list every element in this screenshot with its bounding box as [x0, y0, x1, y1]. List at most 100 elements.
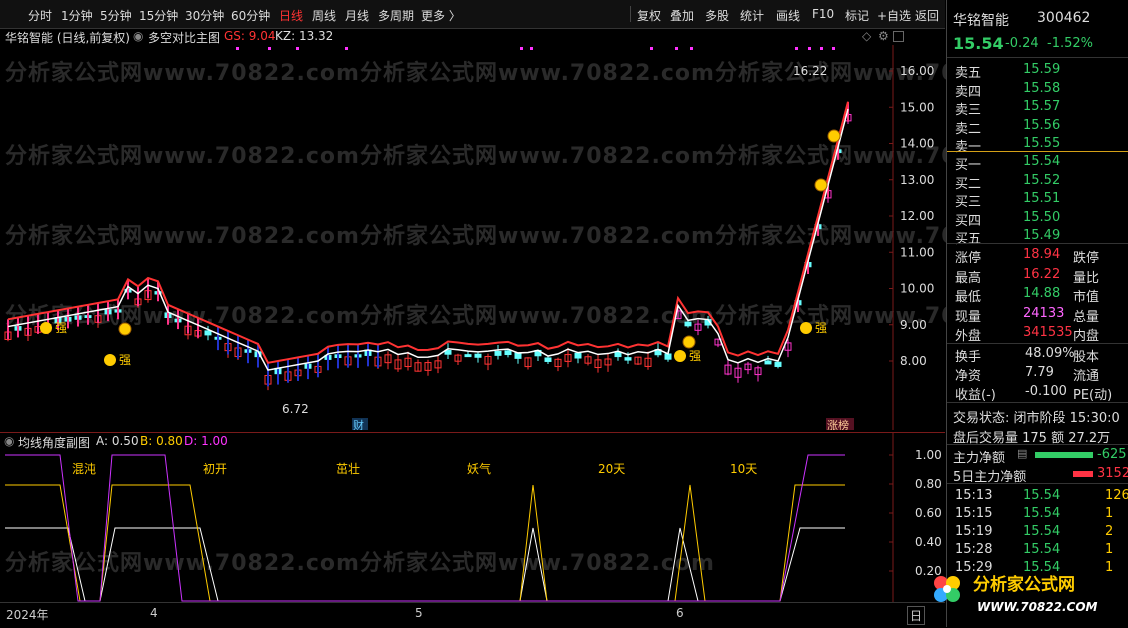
date-label: 6 — [676, 606, 684, 620]
signal-dot — [345, 47, 348, 50]
date-label[interactable]: 日 — [907, 606, 926, 625]
settings-icon[interactable]: ⚙ — [878, 29, 889, 43]
tab-timeshare[interactable]: 分时 — [28, 7, 52, 24]
tick-volume: 1 — [1105, 542, 1114, 557]
stock-title: 华铭智能 (日线,前复权) — [5, 31, 130, 45]
date-axis: 2024年 4 5 6 日 — [0, 602, 945, 628]
divider — [947, 402, 1128, 403]
tab-5min[interactable]: 5分钟 — [100, 7, 132, 24]
strong-label: 强 — [119, 353, 131, 367]
tab-weekly[interactable]: 周线 — [312, 7, 336, 24]
tab-multi-period[interactable]: 多周期 — [378, 7, 414, 24]
divider — [947, 57, 1128, 58]
money-bag-icon — [118, 322, 132, 336]
overlay-button[interactable]: 叠加 — [670, 7, 694, 24]
stat-label: 现量 — [955, 309, 982, 325]
stock-header: 华铭智能 300462 — [947, 8, 1128, 29]
chart-info-bar: 华铭智能 (日线,前复权) ◉ 多空对比主图 GS: 9.04 KZ: 13.3… — [0, 28, 945, 46]
stat-value: 341535 — [1023, 325, 1073, 340]
stat-row: 净资 7.79 流通 — [947, 363, 1128, 384]
low-price-label: 6.72 — [282, 402, 309, 416]
multi-stock-button[interactable]: 多股 — [705, 7, 729, 24]
bid-price: 15.54 — [1023, 154, 1061, 169]
candle-body — [684, 321, 692, 327]
y-tick-label: 9.00 — [900, 318, 927, 332]
candle-body — [544, 357, 552, 362]
tab-30min[interactable]: 30分钟 — [185, 7, 224, 24]
mark-button[interactable]: 标记 — [845, 7, 869, 24]
candle-body — [574, 352, 582, 359]
y-tick-label: 15.00 — [900, 100, 934, 114]
tab-60min[interactable]: 60分钟 — [231, 7, 270, 24]
money-bag-icon — [827, 129, 841, 143]
kz-value: KZ: 13.32 — [275, 29, 334, 43]
signal-dot — [236, 47, 239, 50]
bid-row[interactable]: 买二 15.52 — [947, 171, 1128, 192]
tab-monthly[interactable]: 月线 — [345, 7, 369, 24]
stat-row: 最高 16.22 量比 — [947, 265, 1128, 286]
bid-row[interactable]: 买四 15.50 — [947, 208, 1128, 229]
y-tick-label: 16.00 — [900, 64, 934, 78]
phase-label: 茁壮 — [336, 462, 360, 476]
diamond-icon[interactable]: ◇ — [862, 29, 871, 43]
signal-dot — [296, 47, 299, 50]
ask-row[interactable]: 卖四 15.58 — [947, 79, 1128, 100]
indicator-dropdown-icon[interactable]: ◉ — [133, 29, 143, 43]
tick-time: 15:19 — [955, 524, 993, 539]
add-watchlist-button[interactable]: +自选 — [877, 7, 911, 24]
f10-button[interactable]: F10 — [812, 7, 834, 21]
strong-label: 强 — [815, 321, 827, 335]
bid-row[interactable]: 买三 15.51 — [947, 189, 1128, 210]
y-tick-label: 10.00 — [900, 282, 934, 296]
list-icon[interactable]: ▤ — [1017, 447, 1027, 460]
net5-value: 3152 — [1097, 466, 1128, 481]
stat-row: 涨停 18.94 跌停 — [947, 245, 1128, 266]
signal-dot — [795, 47, 798, 50]
tab-daily[interactable]: 日线 — [279, 7, 303, 24]
ask-price: 15.57 — [1023, 99, 1061, 114]
ask-row[interactable]: 卖五 15.59 — [947, 60, 1128, 81]
net5-bar — [1073, 471, 1093, 477]
maximize-icon[interactable] — [893, 31, 904, 42]
stat-value: 24133 — [1023, 305, 1065, 321]
tab-15min[interactable]: 15分钟 — [139, 7, 178, 24]
tick-price: 15.54 — [1023, 542, 1061, 557]
stat-label-2: 内盘 — [1073, 329, 1100, 344]
angle-sub-chart[interactable]: 1.000.800.600.400.20混沌 初开 茁壮 妖气 20天 10天 — [0, 432, 945, 603]
tab-1min[interactable]: 1分钟 — [61, 7, 93, 24]
ask-row[interactable]: 卖三 15.57 — [947, 97, 1128, 118]
high-price-label: 16.22 — [793, 64, 827, 78]
zhangbang-label: 涨榜 — [827, 418, 849, 430]
tick-row: 15:19 15.54 2 — [947, 522, 1128, 542]
candle-body — [664, 353, 672, 360]
stat-value: 16.22 — [1023, 266, 1061, 282]
statistics-button[interactable]: 统计 — [740, 7, 764, 24]
tick-volume: 1 — [1105, 506, 1114, 521]
candlestick-chart[interactable]: 16.00 15.00 14.00 13.00 12.00 11.00 10.00 9.00 8… — [0, 45, 945, 430]
draw-line-button[interactable]: 画线 — [776, 7, 800, 24]
ma-line — [7, 101, 849, 364]
smiley-icon — [104, 354, 116, 366]
y-tick-label: 13.00 — [900, 173, 934, 187]
indicator-name[interactable]: 多空对比主图 — [148, 29, 220, 46]
quote-panel: 华铭智能 300462 15.54 -0.24 -1.52% 卖五 15.59 卖四… — [946, 0, 1128, 627]
candle-body — [204, 330, 212, 336]
stat-label: 最高 — [955, 270, 982, 286]
bid-row[interactable]: 买一 15.54 — [947, 152, 1128, 173]
ask-row[interactable]: 卖二 15.56 — [947, 116, 1128, 137]
stat-label: 涨停 — [955, 251, 982, 266]
stat-row: 换手 48.09% 股本 — [947, 344, 1128, 365]
white-line — [7, 108, 849, 371]
gs-value: GS: 9.04 — [224, 29, 276, 43]
signal-dot — [650, 47, 653, 50]
tick-price: 15.54 — [1023, 524, 1061, 539]
stat-label-2: 量比 — [1073, 270, 1100, 286]
back-button[interactable]: 返回 — [915, 7, 939, 24]
tick-volume: 126 — [1105, 488, 1128, 503]
candle-body — [504, 350, 512, 356]
tab-more[interactable]: 更多 〉 — [421, 7, 461, 24]
candle-body — [764, 360, 772, 365]
date-label: 5 — [415, 606, 423, 620]
restore-rights-button[interactable]: 复权 — [637, 7, 661, 24]
signal-dot — [530, 47, 533, 50]
